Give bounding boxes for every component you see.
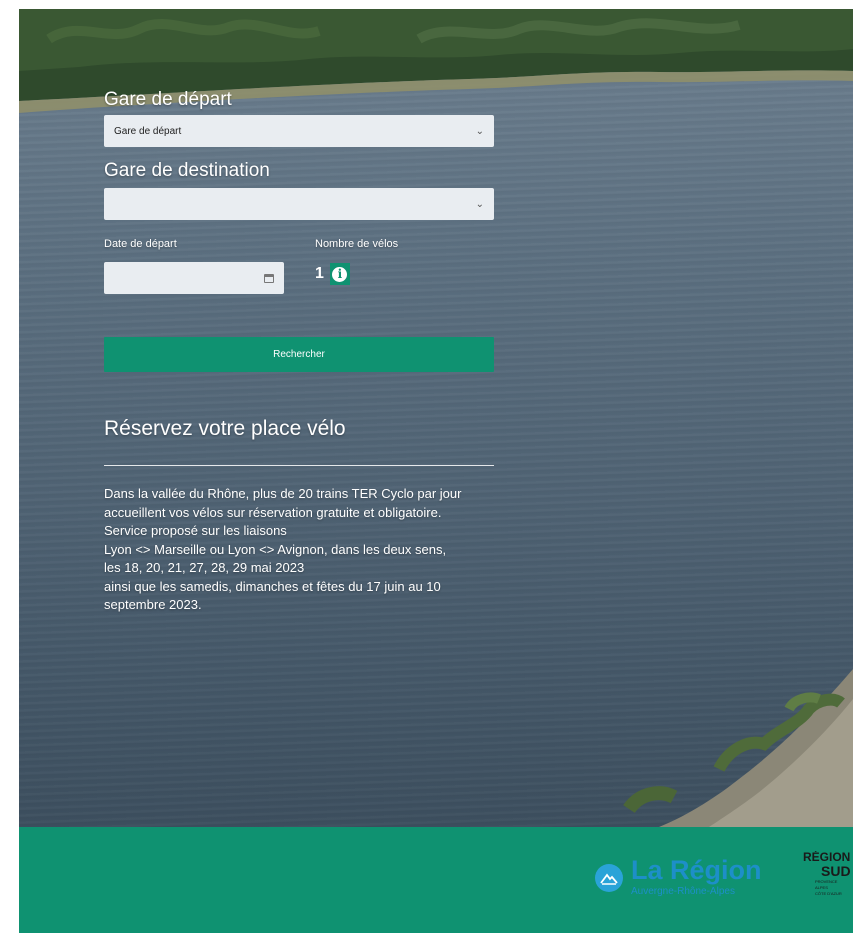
- logo-sud-line5: CÔTE D'AZUR: [815, 891, 842, 896]
- section-title: Réservez votre place vélo: [104, 417, 346, 440]
- page-frame: Gare de départ Gare de départ ⌄ Gare de …: [19, 9, 853, 933]
- bikes-count: 1 i: [315, 263, 350, 285]
- logo-region-sud[interactable]: RÉGION SUD PROVENCE ALPES CÔTE D'AZUR: [803, 851, 853, 897]
- destination-label: Gare de destination: [104, 160, 270, 181]
- chevron-down-icon: ⌄: [475, 125, 484, 137]
- description-line: ainsi que les samedis, dimanches et fête…: [104, 578, 441, 594]
- description: Dans la vallée du Rhône, plus de 20 trai…: [104, 485, 494, 615]
- bikes-count-value: 1: [315, 265, 324, 282]
- calendar-icon[interactable]: [264, 273, 274, 283]
- description-line: Service proposé sur les liaisons: [104, 523, 287, 538]
- info-button[interactable]: i: [329, 263, 350, 285]
- description-line: septembre 2023.: [104, 597, 202, 612]
- logo-ara-subtitle: Auvergne-Rhône-Alpes: [631, 886, 735, 897]
- logo-ara-title: La Région: [631, 855, 762, 885]
- description-line: Dans la vallée du Rhône, plus de 20 trai…: [104, 486, 462, 501]
- description-line: Lyon <> Marseille ou Lyon <> Avignon, da…: [104, 541, 447, 557]
- bikes-label: Nombre de vélos: [315, 238, 399, 250]
- mountain-logo-icon: [595, 863, 623, 892]
- logo-auvergne-rhone-alpes[interactable]: La Région Auvergne-Rhône-Alpes: [595, 857, 762, 898]
- destination-select[interactable]: ⌄: [104, 188, 494, 220]
- chevron-down-icon: ⌄: [475, 198, 484, 210]
- logo-sud-line2: SUD: [821, 863, 851, 879]
- date-input[interactable]: [104, 262, 284, 294]
- date-label: Date de départ: [104, 238, 177, 250]
- description-line: les 18, 20, 21, 27, 28, 29 mai 2023: [104, 560, 305, 575]
- departure-select[interactable]: Gare de départ ⌄: [104, 115, 494, 147]
- departure-label: Gare de départ: [104, 89, 232, 110]
- departure-select-value: Gare de départ: [114, 125, 182, 137]
- footer: La Région Auvergne-Rhône-Alpes RÉGION SU…: [19, 827, 853, 933]
- info-icon: i: [332, 266, 348, 282]
- divider: [104, 465, 494, 466]
- description-line: accueillent vos vélos sur réservation gr…: [104, 504, 442, 520]
- search-button[interactable]: Rechercher: [104, 337, 494, 372]
